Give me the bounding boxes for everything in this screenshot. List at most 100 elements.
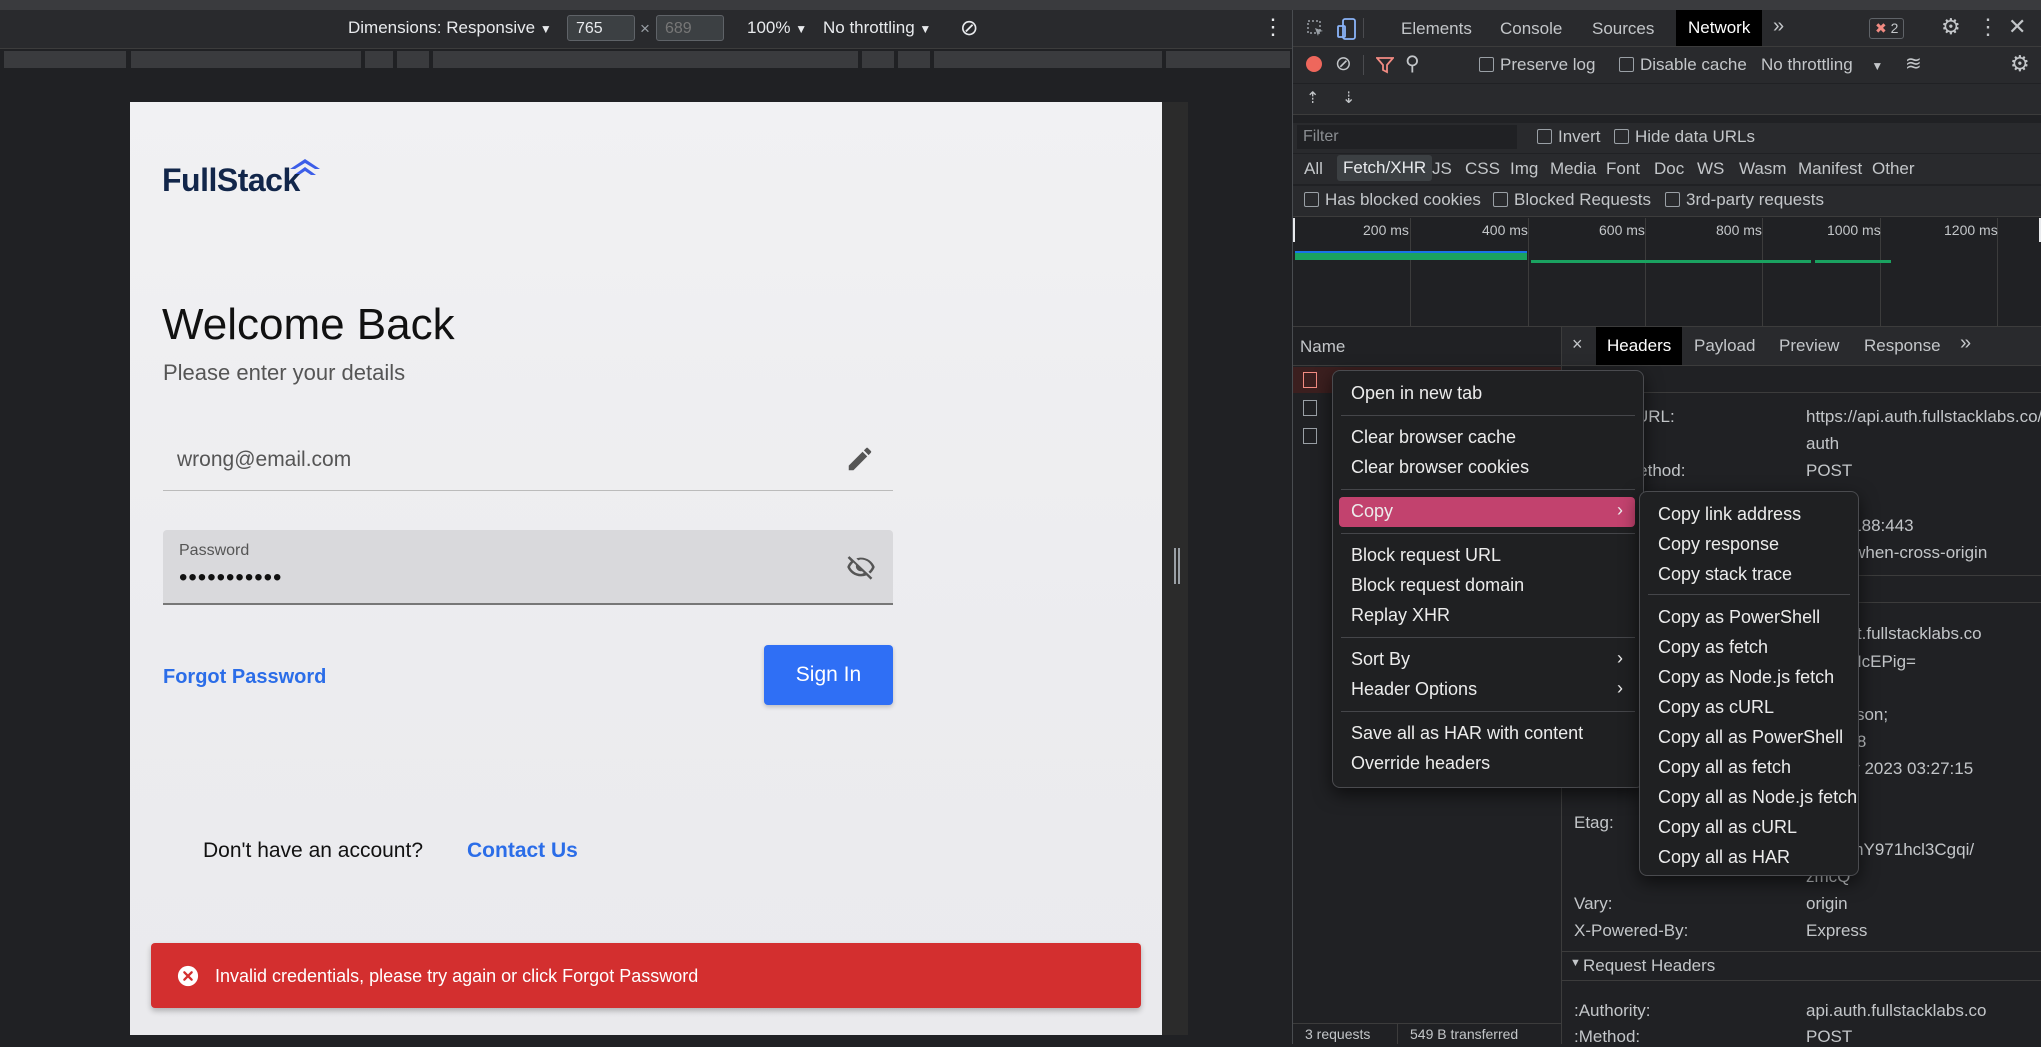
type-filter-ws[interactable]: WS [1697, 159, 1724, 179]
email-field[interactable]: wrong@email.com [163, 424, 893, 491]
tab-headers[interactable]: Headers [1596, 327, 1683, 365]
submenu-copy-all-as-nodejs-fetch[interactable]: Copy all as Node.js fetch [1658, 787, 1857, 808]
vary-value: origin [1806, 894, 1848, 913]
submenu-copy-all-as-powershell[interactable]: Copy all as PowerShell [1658, 727, 1843, 748]
preserve-log-checkbox[interactable]: Preserve log [1479, 55, 1595, 75]
type-filter-css[interactable]: CSS [1465, 159, 1500, 179]
more-detail-tabs-icon[interactable]: » [1960, 332, 1971, 355]
menu-clear-browser-cookies[interactable]: Clear browser cookies [1351, 457, 1529, 478]
width-input[interactable]: 765 [567, 15, 635, 41]
settings-icon[interactable]: ⚙ [1941, 14, 1961, 40]
rotate-icon[interactable]: ⊘ [960, 15, 978, 41]
edit-icon[interactable] [845, 444, 875, 474]
more-tabs-icon[interactable]: » [1773, 15, 1784, 38]
detail-tab-bar: × Headers Payload Preview Response » [1562, 327, 2041, 366]
menu-override-headers[interactable]: Override headers [1351, 753, 1490, 774]
filter-icon[interactable] [1376, 56, 1394, 74]
chevron-right-icon: › [1617, 648, 1623, 668]
network-toolbar: ⊘ ⚲ Preserve log Disable cache No thrott… [1293, 47, 2041, 83]
hide-data-urls-checkbox[interactable]: Hide data URLs [1614, 127, 1755, 147]
dimensions-dropdown[interactable]: Dimensions: Responsive ▼ [348, 18, 552, 38]
type-filter-wasm[interactable]: Wasm [1739, 159, 1787, 179]
has-blocked-cookies-checkbox[interactable]: Has blocked cookies [1304, 190, 1481, 210]
menu-save-all-har[interactable]: Save all as HAR with content [1351, 723, 1583, 744]
submenu-copy-all-as-har[interactable]: Copy all as HAR [1658, 847, 1790, 868]
zoom-label: 100% [747, 18, 791, 37]
search-icon[interactable]: ⚲ [1405, 51, 1420, 76]
type-filter-other[interactable]: Other [1872, 159, 1915, 179]
import-har-icon[interactable]: ⇡ [1306, 88, 1319, 108]
chevron-down-icon: ▼ [795, 22, 808, 36]
submenu-copy-all-as-fetch[interactable]: Copy all as fetch [1658, 757, 1791, 778]
height-input[interactable]: 689 [656, 15, 724, 41]
menu-block-request-domain[interactable]: Block request domain [1351, 575, 1524, 596]
name-column-header[interactable]: Name [1300, 337, 1345, 357]
third-party-requests-checkbox[interactable]: 3rd-party requests [1665, 190, 1824, 210]
tab-sources[interactable]: Sources [1592, 19, 1654, 39]
tab-preview[interactable]: Preview [1779, 336, 1839, 356]
blocked-requests-checkbox[interactable]: Blocked Requests [1493, 190, 1651, 210]
menu-copy[interactable]: Copy › [1339, 497, 1635, 527]
type-filter-fetch-xhr[interactable]: Fetch/XHR [1337, 155, 1433, 181]
tab-console[interactable]: Console [1500, 19, 1562, 39]
menu-block-request-url[interactable]: Block request URL [1351, 545, 1501, 566]
menu-replay-xhr[interactable]: Replay XHR [1351, 605, 1450, 626]
submenu-copy-link-address[interactable]: Copy link address [1658, 504, 1801, 525]
status-footer: 3 requests 549 B transferred [1293, 1023, 1561, 1044]
more-options-icon[interactable]: ⋮ [1262, 14, 1284, 40]
submenu-copy-all-as-curl[interactable]: Copy all as cURL [1658, 817, 1797, 838]
submenu-copy-as-nodejs-fetch[interactable]: Copy as Node.js fetch [1658, 667, 1834, 688]
device-toggle-icon[interactable] [1337, 18, 1357, 40]
network-conditions-icon[interactable]: ≋ [1905, 51, 1922, 76]
contact-us-link[interactable]: Contact Us [467, 839, 578, 863]
throttling-dropdown[interactable]: No throttling ▼ [823, 18, 931, 38]
type-filter-manifest[interactable]: Manifest [1798, 159, 1862, 179]
request-headers-section[interactable]: ▼ Request Headers [1562, 951, 2041, 981]
file-icon [1303, 428, 1317, 444]
filter-row: Filter Invert Hide data URLs [1293, 123, 2041, 153]
invert-checkbox[interactable]: Invert [1537, 127, 1601, 147]
menu-sort-by[interactable]: Sort By › [1339, 645, 1635, 673]
network-settings-icon[interactable]: ⚙ [2010, 51, 2030, 77]
timeline-bar [1295, 251, 1527, 260]
type-filter-doc[interactable]: Doc [1654, 159, 1684, 179]
tab-response[interactable]: Response [1864, 336, 1941, 356]
submenu-copy-as-powershell[interactable]: Copy as PowerShell [1658, 607, 1820, 628]
type-filter-js[interactable]: JS [1432, 159, 1452, 179]
network-timeline[interactable]: 200 ms 400 ms 600 ms 800 ms 1000 ms 1200… [1293, 218, 2041, 327]
export-har-icon[interactable]: ⇣ [1342, 88, 1355, 108]
submenu-copy-as-fetch[interactable]: Copy as fetch [1658, 637, 1768, 658]
tab-payload[interactable]: Payload [1694, 336, 1755, 356]
record-icon[interactable] [1306, 56, 1322, 72]
submenu-copy-response[interactable]: Copy response [1658, 534, 1779, 555]
network-throttling-dropdown[interactable]: No throttling ▼ [1761, 55, 1883, 75]
submenu-copy-as-curl[interactable]: Copy as cURL [1658, 697, 1774, 718]
disable-cache-checkbox[interactable]: Disable cache [1619, 55, 1747, 75]
type-filter-img[interactable]: Img [1510, 159, 1538, 179]
timeline-start-handle[interactable] [1293, 218, 1295, 242]
tab-elements[interactable]: Elements [1401, 19, 1472, 39]
eye-off-icon[interactable] [845, 552, 877, 582]
tab-network[interactable]: Network [1676, 10, 1763, 46]
inspect-element-icon[interactable] [1306, 19, 1326, 39]
filter-input[interactable]: Filter [1297, 125, 1517, 149]
submenu-copy-stack-trace[interactable]: Copy stack trace [1658, 564, 1792, 585]
type-filter-media[interactable]: Media [1550, 159, 1596, 179]
resize-handle[interactable] [1174, 548, 1180, 584]
clear-icon[interactable]: ⊘ [1335, 51, 1352, 76]
type-filter-font[interactable]: Font [1606, 159, 1640, 179]
blocked-filter-row: Has blocked cookies Blocked Requests 3rd… [1293, 186, 2041, 217]
close-devtools-icon[interactable]: ✕ [2008, 14, 2026, 40]
zoom-dropdown[interactable]: 100% ▼ [747, 18, 807, 38]
type-filter-all[interactable]: All [1304, 159, 1323, 179]
close-detail-icon[interactable]: × [1572, 334, 1583, 355]
menu-open-in-new-tab[interactable]: Open in new tab [1351, 383, 1482, 404]
menu-header-options[interactable]: Header Options › [1339, 675, 1635, 703]
sign-in-button[interactable]: Sign In [764, 645, 893, 705]
error-count-badge[interactable]: ✖ 2 [1869, 18, 1905, 39]
req-method-label: :Method: [1574, 1027, 1641, 1046]
forgot-password-link[interactable]: Forgot Password [163, 666, 326, 689]
devtools-more-icon[interactable]: ⋮ [1977, 14, 1999, 40]
menu-clear-browser-cache[interactable]: Clear browser cache [1351, 427, 1516, 448]
password-field[interactable]: Password ••••••••••• [163, 530, 893, 605]
